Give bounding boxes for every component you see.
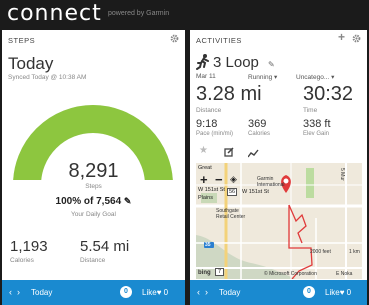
calories-value: 369 — [248, 118, 267, 130]
road-shield-56: 56 — [227, 188, 238, 196]
activity-name[interactable]: 3 Loop — [213, 54, 259, 71]
elevation-label: Elev Gain — [303, 131, 330, 137]
edit-icon[interactable] — [224, 144, 234, 162]
map-label-southgate: Southgate Retail Center — [216, 208, 246, 220]
map-label-great: Great — [198, 165, 212, 171]
footer-day: Today — [31, 288, 53, 297]
pencil-icon[interactable]: ✎ — [268, 60, 275, 69]
distance-label: Distance — [80, 257, 106, 264]
comment-count-badge[interactable]: 0 — [120, 286, 132, 298]
elevation-value: 338 ft — [303, 118, 331, 130]
map-label-street2: W 151st St — [242, 189, 269, 195]
like-count: 0 — [163, 288, 169, 297]
gear-icon[interactable] — [170, 34, 179, 46]
map-label-street1: W 151st St — [198, 187, 225, 193]
like-button[interactable]: Like♥ 0 — [325, 288, 351, 297]
activity-date: Mar 11 — [196, 73, 216, 80]
activity-type-select[interactable]: Running ▾ — [248, 73, 277, 81]
powered-by-label: powered by Garmin — [108, 10, 170, 17]
zoom-out-button[interactable]: − — [215, 172, 223, 187]
like-label: Like — [325, 288, 340, 297]
steps-card-header: STEPS — [2, 30, 185, 46]
like-count: 0 — [346, 288, 352, 297]
activities-card: ACTIVITIES + 3 Loop ✎ Mar 11 Running ▾ U… — [190, 30, 367, 305]
prev-next-nav[interactable]: ‹ › — [9, 287, 20, 297]
bing-logo: bing — [198, 270, 211, 276]
road-shield-35: 35 — [205, 242, 211, 248]
connect-logo[interactable]: connect — [7, 1, 102, 26]
calories-value: 1,193 — [10, 238, 48, 255]
plus-icon[interactable]: + — [338, 31, 345, 43]
goal-percent-text: 100% of 7,564 — [55, 196, 122, 207]
activities-card-header: ACTIVITIES + — [190, 30, 367, 46]
activity-type: Running — [248, 74, 273, 81]
zoom-in-button[interactable]: + — [200, 172, 208, 187]
star-icon[interactable]: ★ — [199, 145, 208, 156]
pace-label: Pace (min/mi) — [196, 131, 234, 137]
chart-icon[interactable] — [247, 145, 259, 163]
activity-category: Uncatego... — [296, 74, 330, 81]
calories-label: Calories — [10, 257, 34, 264]
time-value: 30:32 — [303, 83, 354, 105]
day-title: Today — [8, 54, 54, 73]
top-bar: connect powered by Garmin — [0, 0, 369, 26]
steps-value: 8,291 — [68, 160, 119, 182]
heart-icon: ♥ — [339, 288, 345, 297]
distance-label: Distance — [196, 107, 222, 114]
steps-card-title: STEPS — [8, 36, 36, 45]
activity-map[interactable]: Great + − ◈ W 151st St Plains 56 W 151st… — [196, 163, 362, 279]
gear-icon[interactable] — [352, 34, 361, 46]
layers-icon[interactable]: ◈ — [230, 174, 237, 185]
map-scale-km: 1 km — [349, 249, 360, 255]
running-icon — [196, 54, 209, 70]
road-shield-7: 7 — [215, 268, 225, 276]
pencil-icon[interactable]: ✎ — [124, 196, 132, 206]
distance-value: 5.54 mi — [80, 238, 130, 255]
sync-status: Synced Today @ 10:38 AM — [8, 74, 87, 81]
map-label-5mur: 5 Mur — [339, 168, 345, 181]
steps-label: Steps — [85, 183, 102, 190]
steps-card: STEPS Today Synced Today @ 10:38 AM 8,29… — [2, 30, 185, 305]
activities-footer: ‹ › Today 0 Like♥ 0 — [190, 280, 367, 305]
activities-card-title: ACTIVITIES — [196, 36, 242, 45]
prev-next-nav[interactable]: ‹ › — [197, 287, 208, 297]
chevron-down-icon: ▾ — [331, 74, 335, 81]
pace-value: 9:18 — [196, 118, 218, 130]
footer-day: Today — [219, 288, 241, 297]
comment-count-badge[interactable]: 0 — [303, 286, 315, 298]
goal-label: Your Daily Goal — [71, 211, 116, 218]
time-label: Time — [303, 107, 318, 114]
map-scale-feet: 2000 feet — [310, 249, 331, 255]
activity-category-select[interactable]: Uncatego... ▾ — [296, 73, 334, 81]
like-label: Like — [142, 288, 157, 297]
calories-label: Calories — [248, 131, 271, 137]
map-copyright: © Microsoft Corporation — [264, 271, 317, 277]
chevron-down-icon: ▾ — [274, 74, 278, 81]
map-label-garmin: Garmin International — [257, 176, 285, 188]
like-button[interactable]: Like♥ 0 — [142, 288, 168, 297]
steps-footer: ‹ › Today 0 Like♥ 0 — [2, 280, 185, 305]
goal-percent: 100% of 7,564 ✎ — [2, 196, 185, 207]
map-label-street3: E Noka — [336, 271, 353, 277]
distance-value: 3.28 mi — [196, 83, 262, 105]
heart-icon: ♥ — [156, 288, 162, 297]
map-label-plains: Plains — [198, 195, 213, 201]
